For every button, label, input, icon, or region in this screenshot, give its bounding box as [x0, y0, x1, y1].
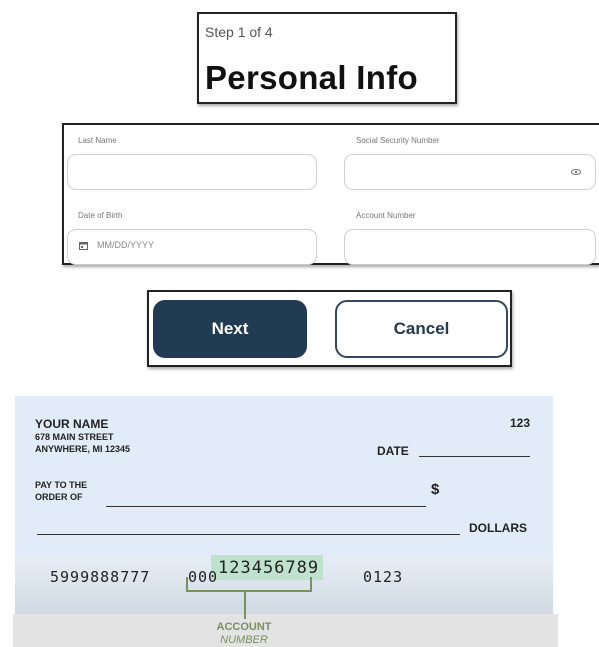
calendar-icon	[79, 242, 88, 250]
check-payto-line1: PAY TO THE	[35, 480, 88, 490]
account-callout-label-2: NUMBER	[220, 634, 268, 646]
check-dollars-label: DOLLARS	[469, 521, 527, 535]
check-payee-line	[106, 506, 426, 507]
account-bracket	[186, 577, 312, 619]
last-name-input[interactable]	[67, 154, 317, 190]
eye-icon[interactable]	[571, 169, 581, 175]
account-number-label: Account Number	[356, 211, 416, 220]
button-bar: Next Cancel	[147, 290, 512, 367]
step-header-card: Step 1 of 4 Personal Info	[197, 12, 457, 104]
last-name-label: Last Name	[78, 136, 117, 145]
check-micr-number: 0123	[363, 568, 404, 586]
ssn-input[interactable]	[344, 154, 596, 190]
dob-label: Date of Birth	[78, 211, 123, 220]
step-progress-label: Step 1 of 4	[205, 24, 273, 40]
check-number: 123	[510, 416, 531, 430]
check-date-label: DATE	[377, 444, 409, 458]
check-address-line1: 678 MAIN STREET	[35, 432, 114, 442]
dob-input[interactable]: MM/DD/YYYY	[67, 229, 317, 265]
check-payto-line2: ORDER OF	[35, 492, 83, 502]
check-dollar-sign: $	[431, 481, 440, 498]
check-date-line	[419, 456, 530, 457]
cancel-button[interactable]: Cancel	[335, 300, 508, 358]
check-address-line2: ANYWHERE, MI 12345	[35, 444, 131, 454]
check-payer-name: YOUR NAME	[35, 417, 109, 431]
account-callout-label: ACCOUNT	[216, 621, 272, 633]
next-button[interactable]: Next	[153, 300, 307, 358]
ssn-label: Social Security Number	[356, 136, 440, 145]
dob-placeholder: MM/DD/YYYY	[97, 240, 155, 250]
page-title: Personal Info	[205, 59, 418, 96]
check-routing-number: 5999888777	[50, 568, 151, 586]
personal-info-form: Last Name Social Security Number Date of…	[62, 123, 599, 265]
account-number-input[interactable]	[344, 229, 596, 265]
check-amount-line	[37, 534, 460, 535]
